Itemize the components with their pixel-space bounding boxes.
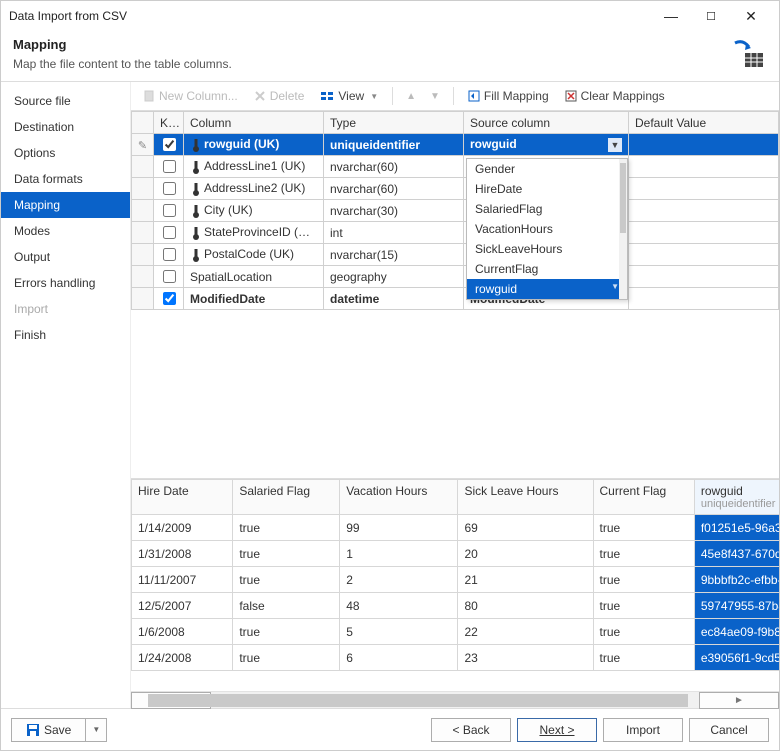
col-column[interactable]: Column: [184, 112, 324, 134]
preview-row[interactable]: 12/5/2007false4880true59747955-87b8-443f…: [132, 593, 780, 619]
sidebar-item-destination[interactable]: Destination: [1, 114, 130, 140]
dropdown-option[interactable]: CurrentFlag: [467, 259, 627, 279]
new-column-button: New Column...: [137, 86, 244, 106]
wizard-steps-sidebar: Source file Destination Options Data for…: [1, 82, 131, 708]
cancel-button[interactable]: Cancel: [689, 718, 769, 742]
sidebar-item-mapping[interactable]: Mapping: [1, 192, 130, 218]
save-button[interactable]: Save: [11, 718, 86, 742]
mapping-row[interactable]: ✎rowguid (UK)uniqueidentifierrowguid▼: [132, 134, 779, 156]
col-default[interactable]: Default Value: [629, 112, 779, 134]
column-icon: [190, 226, 202, 240]
step-description: Map the file content to the table column…: [13, 57, 767, 71]
preview-column-header[interactable]: Vacation Hours: [340, 480, 458, 515]
maximize-button[interactable]: ☐: [691, 2, 731, 30]
sidebar-item-output[interactable]: Output: [1, 244, 130, 270]
sidebar-item-finish[interactable]: Finish: [1, 322, 130, 348]
dropdown-option[interactable]: SickLeaveHours: [467, 239, 627, 259]
window-title: Data Import from CSV: [9, 9, 651, 23]
source-column-dropdown[interactable]: GenderHireDateSalariedFlagVacationHoursS…: [466, 158, 628, 300]
preview-horizontal-scrollbar[interactable]: ◄ ►: [131, 691, 779, 708]
mapping-row[interactable]: StateProvinceID (UK)intVacationHours: [132, 222, 779, 244]
delete-icon: [254, 90, 266, 102]
import-logo-icon: [731, 37, 765, 71]
dropdown-toggle[interactable]: ▼: [608, 138, 622, 152]
mapping-row[interactable]: ModifiedDatedatetimeModifiedDate: [132, 288, 779, 310]
plus-icon: [143, 90, 155, 102]
view-button[interactable]: View ▼: [314, 86, 384, 106]
mapping-grid: Key Column Type Source column Default Va…: [131, 111, 779, 326]
preview-row[interactable]: 1/31/2008true120true45e8f437-670d-4409-9…: [132, 541, 780, 567]
preview-row[interactable]: 1/24/2008true623truee39056f1-9cd5-478d-8…: [132, 645, 780, 671]
scroll-right-icon[interactable]: ►: [699, 692, 779, 709]
mapping-row[interactable]: City (UK)nvarchar(30)SalariedFlag: [132, 200, 779, 222]
sidebar-item-errors-handling[interactable]: Errors handling: [1, 270, 130, 296]
dropdown-option[interactable]: Gender: [467, 159, 627, 179]
mapping-toolbar: New Column... Delete View ▼ ▲ ▼ Fill Ma: [131, 82, 779, 111]
chevron-down-icon: ▼: [92, 725, 100, 734]
preview-row[interactable]: 11/11/2007true221true9bbbfb2c-efbb-4217-…: [132, 567, 780, 593]
sidebar-item-source-file[interactable]: Source file: [1, 88, 130, 114]
step-title: Mapping: [13, 37, 767, 52]
import-wizard-window: Data Import from CSV — ☐ ✕ Mapping Map t…: [0, 0, 780, 751]
key-checkbox[interactable]: [163, 204, 176, 217]
chevron-down-icon: ▼: [370, 92, 378, 101]
key-checkbox[interactable]: [163, 292, 176, 305]
clear-mappings-button[interactable]: Clear Mappings: [559, 86, 671, 106]
key-checkbox[interactable]: [163, 270, 176, 283]
save-dropdown-button[interactable]: ▼: [86, 718, 107, 742]
key-checkbox[interactable]: [163, 248, 176, 261]
preview-column-header[interactable]: rowguiduniqueidentifier: [694, 480, 779, 515]
next-button[interactable]: Next >: [517, 718, 597, 742]
fill-icon: [468, 90, 480, 102]
save-icon: [26, 723, 40, 737]
preview-column-header[interactable]: Hire Date: [132, 480, 233, 515]
preview-row[interactable]: 1/14/2009true9969truef01251e5-96a3-448d-…: [132, 515, 780, 541]
preview-column-header[interactable]: Sick Leave Hours: [458, 480, 593, 515]
mapping-row[interactable]: AddressLine1 (UK)nvarchar(60)Gender: [132, 156, 779, 178]
column-icon: [190, 138, 202, 152]
sidebar-item-data-formats[interactable]: Data formats: [1, 166, 130, 192]
column-icon: [190, 182, 202, 196]
col-type[interactable]: Type: [324, 112, 464, 134]
dropdown-option[interactable]: HireDate: [467, 179, 627, 199]
minimize-button[interactable]: —: [651, 2, 691, 30]
titlebar: Data Import from CSV — ☐ ✕: [1, 1, 779, 31]
dropdown-option[interactable]: VacationHours: [467, 219, 627, 239]
mapping-row[interactable]: SpatialLocationgeographyCurrentFlag: [132, 266, 779, 288]
sidebar-item-modes[interactable]: Modes: [1, 218, 130, 244]
close-button[interactable]: ✕: [731, 2, 771, 30]
column-icon: [190, 160, 202, 174]
import-button[interactable]: Import: [603, 718, 683, 742]
view-icon: [320, 90, 334, 102]
key-checkbox[interactable]: [163, 160, 176, 173]
column-icon: [190, 248, 202, 262]
col-key[interactable]: Key: [154, 112, 184, 134]
save-split-button[interactable]: Save ▼: [11, 718, 107, 742]
dropdown-option[interactable]: SalariedFlag: [467, 199, 627, 219]
preview-column-header[interactable]: Current Flag: [593, 480, 694, 515]
clear-icon: [565, 90, 577, 102]
column-icon: [190, 204, 202, 218]
delete-button: Delete: [248, 86, 311, 106]
col-source[interactable]: Source column: [464, 112, 629, 134]
key-checkbox[interactable]: [163, 226, 176, 239]
dropdown-scrollbar[interactable]: [619, 159, 627, 299]
key-checkbox[interactable]: [163, 138, 176, 151]
key-checkbox[interactable]: [163, 182, 176, 195]
fill-mapping-button[interactable]: Fill Mapping: [462, 86, 555, 106]
dropdown-option[interactable]: rowguid▼: [467, 279, 627, 299]
preview-row[interactable]: 1/6/2008true522trueec84ae09-f9b8-4a15-b4…: [132, 619, 780, 645]
mapping-row[interactable]: PostalCode (UK)nvarchar(15)SickLeaveHour…: [132, 244, 779, 266]
sidebar-item-import: Import: [1, 296, 130, 322]
back-button[interactable]: < Back: [431, 718, 511, 742]
sidebar-item-options[interactable]: Options: [1, 140, 130, 166]
preview-column-header[interactable]: Salaried Flag: [233, 480, 340, 515]
move-up-button: ▲: [401, 91, 421, 102]
edit-indicator-icon: ✎: [138, 140, 147, 152]
move-down-button: ▼: [425, 91, 445, 102]
wizard-footer: Save ▼ < Back Next > Import Cancel: [1, 708, 779, 750]
preview-grid: Hire DateSalaried FlagVacation HoursSick…: [131, 478, 779, 708]
wizard-header: Mapping Map the file content to the tabl…: [1, 31, 779, 82]
mapping-row[interactable]: AddressLine2 (UK)nvarchar(60)HireDate: [132, 178, 779, 200]
